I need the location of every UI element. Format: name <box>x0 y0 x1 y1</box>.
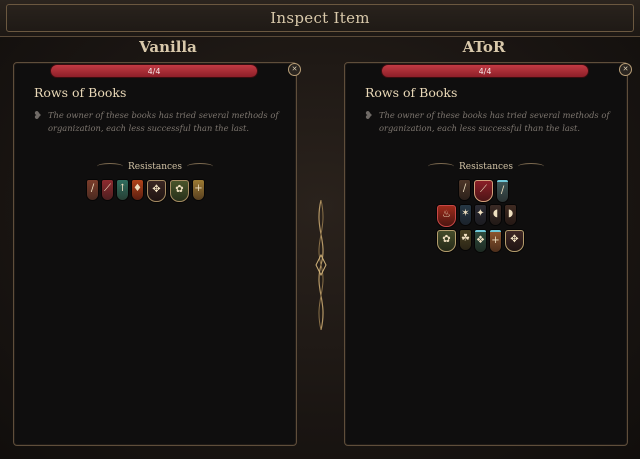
slashing-icon[interactable]: ⟋ <box>474 180 493 202</box>
column-header-vanilla: Vanilla <box>139 38 197 56</box>
ornament-icon <box>186 163 213 170</box>
durability-bar: 4/4 <box>381 64 589 78</box>
piercing-icon[interactable]: ↑ <box>117 180 128 200</box>
ornament-icon <box>517 163 544 170</box>
ornament-icon <box>97 163 123 170</box>
durability-text: 4/4 <box>147 67 161 76</box>
radiant-icon[interactable]: + <box>490 230 501 252</box>
fire-icon[interactable]: ♦ <box>132 180 143 200</box>
bludgeoning-icon[interactable]: / <box>87 180 98 200</box>
panel-ator: 4/4 ✕ Rows of Books ❥ The owner of these… <box>344 62 632 446</box>
window-title: Inspect Item <box>270 9 370 27</box>
force-icon[interactable]: ❖ <box>475 230 486 252</box>
resistances-label: Resistances <box>128 162 182 172</box>
resistances-header: Resistances <box>345 162 627 172</box>
description-icon: ❥ <box>364 109 374 122</box>
fire-icon[interactable]: ♨ <box>437 205 456 227</box>
cold-icon[interactable]: ✶ <box>460 205 471 225</box>
radiant-icon[interactable]: + <box>193 180 204 200</box>
ornament-icon <box>428 163 454 170</box>
item-description: The owner of these books has tried sever… <box>48 110 279 133</box>
necrotic-icon[interactable]: ✥ <box>505 230 524 252</box>
bludgeoning-icon[interactable]: / <box>459 180 470 200</box>
psychic-icon[interactable]: ☘ <box>460 230 471 250</box>
panel-vanilla: 4/4 ✕ Rows of Books ❥ The owner of these… <box>13 62 301 446</box>
item-name: Rows of Books <box>365 85 458 100</box>
poison-icon[interactable]: ✿ <box>437 230 456 252</box>
thunder-icon[interactable]: ◖ <box>490 205 501 225</box>
lightning-icon[interactable]: ✦ <box>475 205 486 225</box>
necrotic-icon[interactable]: ✥ <box>147 180 166 202</box>
close-icon[interactable]: ✕ <box>619 63 632 76</box>
durability-bar: 4/4 <box>50 64 258 78</box>
durability-text: 4/4 <box>478 67 492 76</box>
item-name: Rows of Books <box>34 85 127 100</box>
title-bar: Inspect Item <box>0 0 640 37</box>
slashing-icon[interactable]: ⟋ <box>102 180 113 200</box>
description-icon: ❥ <box>33 109 43 122</box>
column-header-ator: AToR <box>462 38 506 56</box>
piercing-icon[interactable]: / <box>497 180 508 202</box>
resistances-header: Resistances <box>14 162 296 172</box>
resistances-label: Resistances <box>459 162 513 172</box>
poison-icon[interactable]: ✿ <box>170 180 189 202</box>
close-icon[interactable]: ✕ <box>288 63 301 76</box>
center-ornament-icon <box>315 200 327 330</box>
item-description: The owner of these books has tried sever… <box>379 110 610 133</box>
acid-icon[interactable]: ◗ <box>505 205 516 225</box>
